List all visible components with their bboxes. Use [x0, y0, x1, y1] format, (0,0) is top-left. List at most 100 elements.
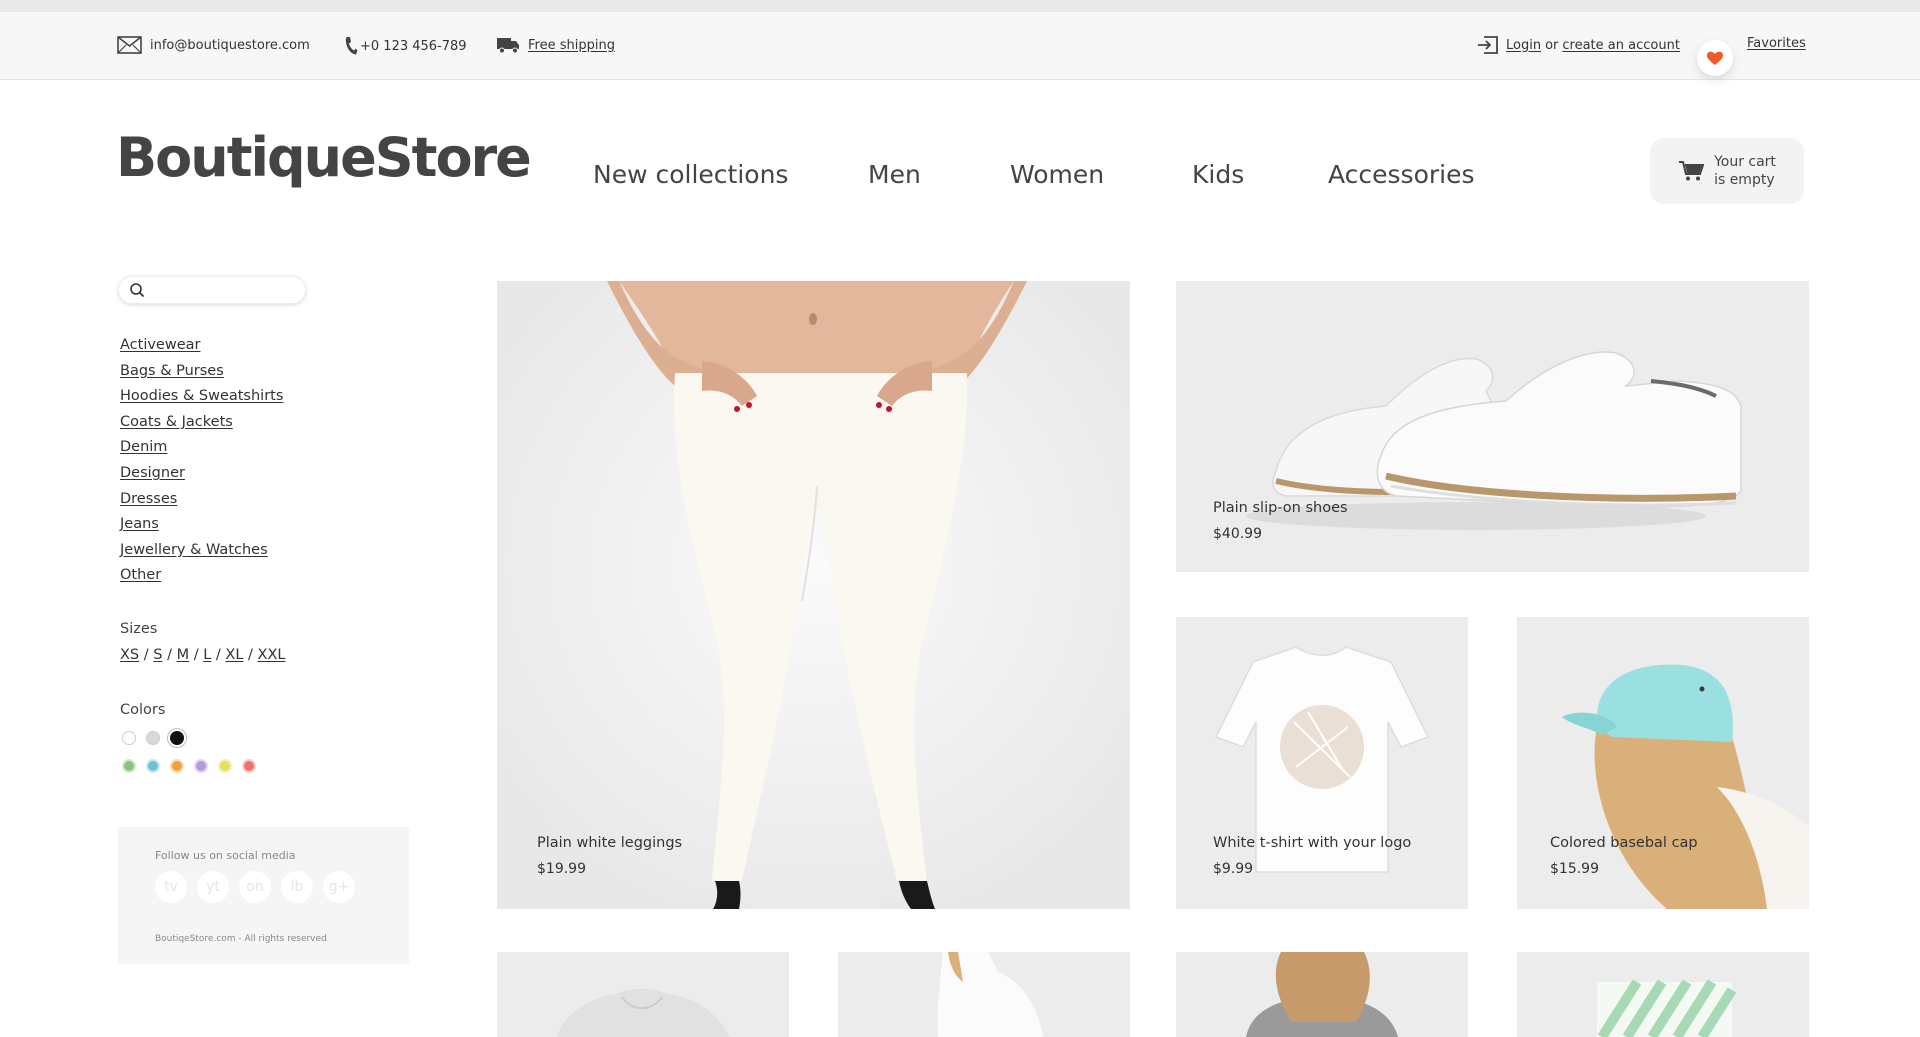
size-m[interactable]: M — [177, 647, 190, 663]
white-top-image — [838, 952, 1130, 1037]
social-lb-icon[interactable]: lb — [281, 871, 313, 903]
category-item[interactable]: Jeans — [120, 514, 283, 540]
shoes-image — [1176, 281, 1809, 572]
favorites-text: Favorites — [1747, 36, 1806, 51]
category-item[interactable]: Coats & Jackets — [120, 412, 283, 438]
category-item[interactable]: Denim — [120, 437, 283, 463]
browser-top-strip — [0, 0, 1920, 12]
nav-kids[interactable]: Kids — [1192, 160, 1244, 189]
category-list: Activewear Bags & Purses Hoodies & Sweat… — [120, 335, 283, 591]
shipping-text: Free shipping — [528, 37, 615, 53]
category-item[interactable]: Bags & Purses — [120, 361, 283, 387]
social-title: Follow us on social media — [155, 849, 296, 862]
category-bags-purses[interactable]: Bags & Purses — [120, 363, 224, 379]
category-jeans[interactable]: Jeans — [120, 516, 159, 532]
product-card-partial[interactable] — [1176, 952, 1468, 1037]
create-account-link[interactable]: create an account — [1562, 38, 1680, 53]
sweater-image — [1176, 952, 1468, 1037]
category-item[interactable]: Dresses — [120, 489, 283, 515]
search-box — [118, 276, 306, 304]
heart-icon — [1706, 51, 1724, 65]
color-swatch-red[interactable] — [242, 759, 256, 773]
color-swatch-yellow[interactable] — [218, 759, 232, 773]
product-name: Plain slip-on shoes — [1213, 500, 1348, 516]
color-swatch-purple[interactable] — [194, 759, 208, 773]
product-card[interactable]: Plain slip-on shoes $40.99 — [1176, 281, 1809, 572]
product-card[interactable]: Colored basebal cap $15.99 — [1517, 617, 1809, 909]
cart-status: Your cart is empty — [1714, 153, 1776, 189]
login-icon — [1478, 36, 1498, 54]
product-price: $40.99 — [1213, 526, 1262, 542]
search-icon[interactable] — [129, 282, 145, 298]
product-price: $15.99 — [1550, 861, 1599, 877]
category-item[interactable]: Designer — [120, 463, 283, 489]
email-text: info@boutiquestore.com — [150, 37, 310, 53]
size-xxl[interactable]: XXL — [258, 647, 286, 663]
category-item[interactable]: Hoodies & Sweatshirts — [120, 386, 283, 412]
sizes-list: XS / S / M / L / XL / XXL — [120, 647, 286, 663]
social-tv-icon[interactable]: tv — [155, 871, 187, 903]
sizes-title: Sizes — [120, 621, 158, 637]
free-shipping-link[interactable]: Free shipping — [496, 36, 615, 54]
category-item[interactable]: Jewellery & Watches — [120, 540, 283, 566]
or-text: or — [1545, 37, 1559, 53]
color-swatch-blue[interactable] — [146, 759, 160, 773]
product-name: White t-shirt with your logo — [1213, 835, 1412, 851]
social-media-box: Follow us on social media tv yt on lb g+… — [118, 827, 409, 964]
favorites-heart-button[interactable] — [1697, 40, 1733, 76]
site-logo[interactable]: BoutiqueStore — [116, 126, 532, 189]
color-swatch-gray[interactable] — [146, 731, 160, 745]
size-l[interactable]: L — [203, 647, 211, 663]
nav-new-collections[interactable]: New collections — [593, 160, 788, 189]
color-swatch-green[interactable] — [122, 759, 136, 773]
size-s[interactable]: S — [153, 647, 162, 663]
color-swatch-black[interactable] — [170, 731, 184, 745]
envelope-icon — [117, 36, 142, 54]
favorites-link[interactable]: Favorites — [1747, 36, 1806, 51]
social-yt-icon[interactable]: yt — [197, 871, 229, 903]
color-swatch-white[interactable] — [122, 731, 136, 745]
category-hoodies[interactable]: Hoodies & Sweatshirts — [120, 388, 283, 404]
phone-contact[interactable]: +0 123 456-789 — [344, 36, 467, 56]
product-price: $19.99 — [537, 861, 586, 877]
account-links: Login or create an account — [1477, 36, 1680, 54]
category-dresses[interactable]: Dresses — [120, 491, 177, 507]
product-card-partial[interactable] — [838, 952, 1130, 1037]
color-swatch-orange[interactable] — [170, 759, 184, 773]
search-input[interactable] — [153, 280, 297, 302]
social-gplus-icon[interactable]: g+ — [323, 871, 355, 903]
category-other[interactable]: Other — [120, 567, 161, 583]
product-name: Plain white leggings — [537, 835, 683, 851]
category-item[interactable]: Activewear — [120, 335, 283, 361]
product-price: $9.99 — [1213, 861, 1254, 877]
truck-icon — [497, 38, 519, 54]
category-coats[interactable]: Coats & Jackets — [120, 414, 233, 430]
product-card-partial[interactable] — [1517, 952, 1809, 1037]
cart-button[interactable]: Your cart is empty — [1650, 138, 1804, 204]
category-denim[interactable]: Denim — [120, 439, 167, 455]
size-xs[interactable]: XS — [120, 647, 139, 663]
striped-bag-image — [1517, 952, 1809, 1037]
nav-men[interactable]: Men — [868, 160, 921, 189]
leggings-image — [497, 281, 1130, 909]
nav-women[interactable]: Women — [1010, 160, 1104, 189]
phone-icon — [345, 37, 358, 55]
product-card[interactable]: Plain white leggings $19.99 — [497, 281, 1130, 909]
category-activewear[interactable]: Activewear — [120, 337, 200, 353]
product-card[interactable]: White t-shirt with your logo $9.99 — [1176, 617, 1468, 909]
email-contact[interactable]: info@boutiquestore.com — [117, 36, 310, 54]
login-link[interactable]: Login — [1506, 38, 1541, 53]
cart-icon — [1679, 161, 1705, 181]
phone-text: +0 123 456-789 — [360, 38, 467, 54]
social-on-icon[interactable]: on — [239, 871, 271, 903]
size-xl[interactable]: XL — [225, 647, 243, 663]
colors-title: Colors — [120, 702, 166, 718]
cart-status-line2: is empty — [1714, 172, 1775, 188]
cart-status-line1: Your cart — [1714, 154, 1776, 170]
category-designer[interactable]: Designer — [120, 465, 185, 481]
category-item[interactable]: Other — [120, 565, 283, 591]
product-card-partial[interactable] — [497, 952, 789, 1037]
copyright-text: BoutiqeStore.com - All rights reserved — [155, 934, 327, 944]
nav-accessories[interactable]: Accessories — [1328, 160, 1475, 189]
category-jewellery[interactable]: Jewellery & Watches — [120, 542, 268, 558]
